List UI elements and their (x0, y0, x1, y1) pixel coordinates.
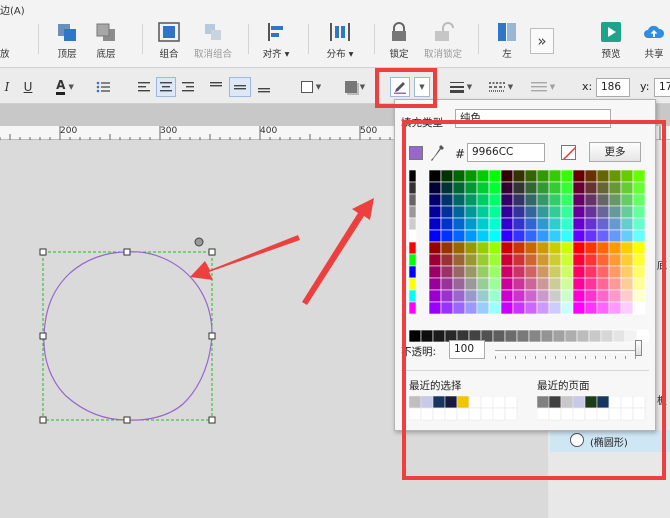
ungroup-button[interactable]: 取消组合 (190, 22, 236, 62)
x-label: x: (582, 80, 593, 93)
align-label: 对齐 ▾ (262, 49, 290, 60)
distribute-label: 分布 ▾ (326, 49, 354, 60)
cloud-upload-icon (644, 25, 665, 38)
valign-top-button[interactable] (206, 77, 226, 97)
align-text-right-button[interactable] (178, 77, 198, 97)
highlight-box-line-color (375, 68, 437, 108)
bring-to-front-icon (58, 24, 76, 41)
ruler-mark: 300 (160, 126, 178, 136)
valign-bottom-button[interactable] (254, 77, 274, 97)
unlock-button[interactable]: 取消锁定 (420, 22, 466, 62)
annotation-arrow (302, 198, 374, 305)
italic-label: I (4, 80, 10, 94)
preview-button[interactable]: 预览 (596, 22, 626, 62)
text-align-left-icon (138, 82, 150, 92)
align-text-left-button[interactable] (134, 77, 154, 97)
unlock-label: 取消锁定 (423, 49, 462, 60)
shadow-icon (344, 81, 357, 93)
distribute-icon (330, 23, 350, 41)
underline-label: U (23, 80, 33, 94)
group-button[interactable]: 组合 (152, 22, 186, 62)
border-style-button[interactable]: ▼ (294, 77, 328, 97)
more-tools-button[interactable]: » (530, 28, 554, 54)
lock-icon (392, 22, 406, 41)
double-chevron-right-icon: » (537, 32, 547, 50)
valign-top-icon (210, 82, 222, 87)
group-icon (158, 22, 180, 42)
border-icon (300, 81, 313, 93)
chevron-down-icon: ▼ (549, 83, 556, 91)
selection-box (42, 251, 213, 421)
font-color-button[interactable]: A ▼ (48, 77, 82, 97)
chevron-down-icon: ▼ (507, 83, 514, 91)
ungroup-label: 取消组合 (193, 49, 232, 60)
lock-label: 锁定 (389, 49, 409, 60)
distribute-button[interactable]: 分布 ▾ (320, 22, 360, 62)
line-pattern-button[interactable]: ▼ (484, 77, 518, 97)
arrow-style-icon (530, 82, 547, 92)
bottom-layer-button[interactable]: 底层 (89, 22, 123, 62)
align-left-icon (268, 23, 283, 41)
align-text-center-button[interactable] (156, 77, 176, 97)
preview-label: 预览 (601, 49, 621, 60)
main-toolbar: 边(A) 放 顶层 底层 组合 取消组合 对齐 ▾ 分布 ▾ 锁定 取消锁定 左… (0, 0, 670, 68)
chevron-down-icon: ▼ (359, 83, 366, 91)
align-button[interactable]: 对齐 ▾ (256, 22, 296, 62)
chevron-down-icon: ▼ (68, 83, 74, 91)
bottom-layer-label: 底层 (96, 49, 116, 60)
ungroup-icon (205, 24, 221, 40)
share-label: 共享 (644, 49, 664, 60)
text-align-right-icon (182, 82, 194, 92)
toolbar-cut-label: 放 (0, 49, 10, 60)
chevron-down-icon: ▼ (466, 83, 473, 91)
left-panel-icon (498, 23, 516, 41)
valign-middle-icon (234, 85, 246, 90)
send-to-back-icon (96, 23, 115, 41)
ruler-mark: 500 (360, 126, 378, 136)
group-label: 组合 (159, 49, 179, 60)
valign-middle-button[interactable] (229, 77, 251, 97)
rotate-handle[interactable] (194, 237, 204, 247)
left-panel-label: 左 (502, 49, 512, 60)
text-align-center-icon (160, 82, 172, 92)
y-label: y: (640, 80, 650, 93)
annotation-arrow (190, 235, 300, 280)
play-icon (601, 22, 621, 42)
ruler-mark: 200 (60, 126, 78, 136)
bullet-list-button[interactable] (92, 77, 114, 97)
highlight-box-picker (402, 120, 666, 480)
ellipse-shape[interactable] (43, 251, 213, 421)
line-width-button[interactable]: ▼ (446, 77, 476, 97)
menu-title-fragment: 边(A) (0, 6, 25, 17)
italic-button[interactable]: I (0, 77, 14, 97)
valign-bottom-icon (258, 88, 270, 93)
font-color-label: A (56, 79, 66, 95)
ruler-mark: 400 (260, 126, 278, 136)
lock-button[interactable]: 锁定 (382, 22, 416, 62)
line-width-icon (449, 82, 464, 93)
x-coordinate-input[interactable]: 186 (596, 78, 630, 97)
chevron-down-icon: ▼ (315, 83, 322, 91)
line-dash-icon (488, 82, 505, 92)
share-button[interactable]: 共享 (638, 22, 670, 62)
bullet-list-icon (96, 81, 110, 93)
left-panel-button[interactable]: 左 (490, 22, 524, 62)
top-layer-label: 顶层 (57, 49, 77, 60)
fill-color-button[interactable]: ▼ (338, 77, 372, 97)
y-coordinate-input[interactable]: 170 (654, 78, 670, 97)
unlock-icon (435, 22, 454, 41)
arrow-style-button[interactable]: ▼ (526, 77, 560, 97)
top-layer-button[interactable]: 顶层 (50, 22, 84, 62)
underline-button[interactable]: U (18, 77, 38, 97)
